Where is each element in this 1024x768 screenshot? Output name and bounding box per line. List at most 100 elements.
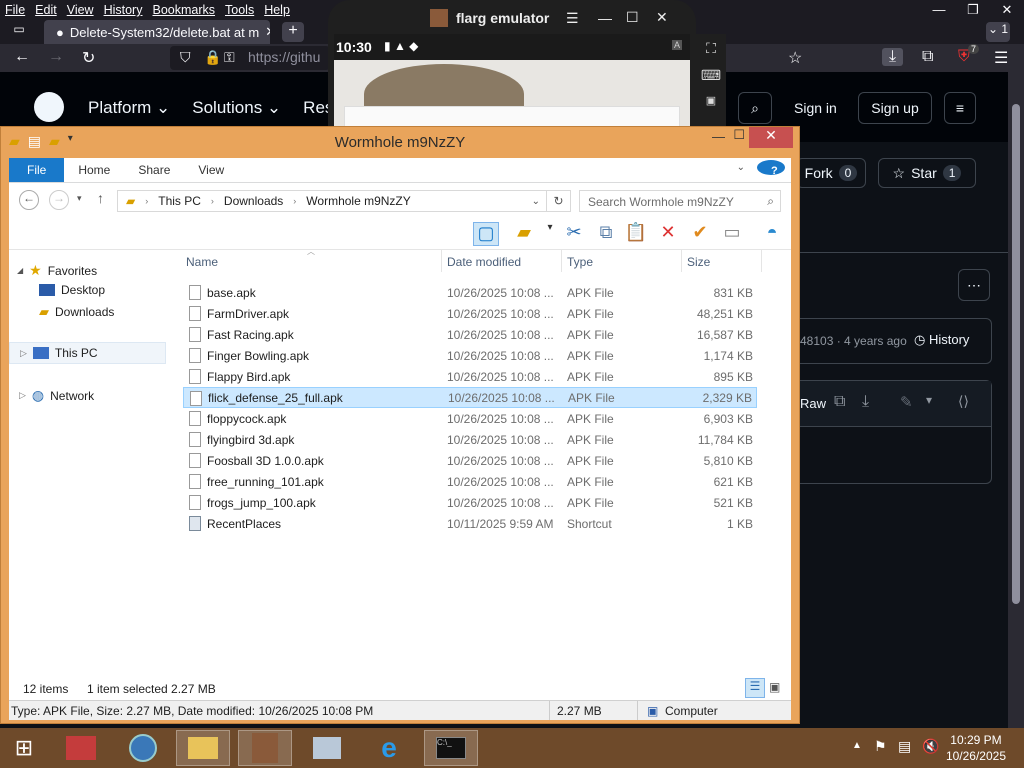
action-center-icon[interactable]: ⚑ — [874, 738, 887, 755]
column-divider[interactable] — [561, 250, 562, 272]
extensions-icon[interactable]: ⧉ — [922, 48, 933, 66]
file-row[interactable]: RecentPlaces 10/11/2025 9:59 AM Shortcut 1 … — [183, 513, 757, 534]
lock-icon[interactable]: 🔒 — [204, 49, 221, 66]
refresh-icon[interactable]: ↻ — [547, 190, 571, 212]
file-row[interactable]: free_running_101.apk 10/26/2025 10:08 ...… — [183, 471, 757, 492]
edit-pencil-icon[interactable]: ✎ — [900, 393, 913, 411]
file-row[interactable]: FarmDriver.apk 10/26/2025 10:08 ... APK Fi… — [183, 303, 757, 324]
taskbar-app-firefox[interactable] — [116, 730, 170, 766]
taskbar-app-control-panel[interactable] — [300, 730, 354, 766]
tab-view[interactable]: View — [184, 158, 238, 182]
nav-this-pc[interactable]: ▷ This PC — [9, 342, 166, 364]
file-row[interactable]: Foosball 3D 1.0.0.apk 10/26/2025 10:08 ..… — [183, 450, 757, 471]
details-view-icon[interactable]: ☰ — [745, 678, 765, 698]
hamburger-menu-icon[interactable]: ☰ — [994, 48, 1008, 68]
copy-icon[interactable]: ⧉ — [834, 393, 845, 411]
column-divider[interactable] — [761, 250, 762, 272]
recent-locations-icon[interactable]: ▾ — [77, 193, 82, 204]
preview-pane-icon[interactable]: ▢ — [473, 222, 499, 246]
address-bar[interactable]: ▰ › This PC › Downloads › Wormhole m9NzZ… — [117, 190, 547, 212]
nav-platform[interactable]: Platform ⌄ — [88, 98, 170, 118]
column-name[interactable]: Name — [186, 255, 218, 269]
sign-in-link[interactable]: Sign in — [794, 100, 837, 116]
page-scrollbar[interactable] — [1008, 72, 1024, 728]
rename-check-icon[interactable]: ✔ — [687, 222, 713, 246]
file-row[interactable]: Fast Racing.apk 10/26/2025 10:08 ... APK F… — [183, 324, 757, 345]
shield-icon[interactable]: ⛉ — [180, 49, 191, 66]
volume-muted-icon[interactable]: 🔇 — [922, 738, 939, 755]
taskbar-app-explorer[interactable] — [176, 730, 230, 766]
explorer-close-button[interactable]: ✕ — [749, 127, 793, 148]
show-hidden-icons[interactable]: ▲ — [852, 740, 862, 751]
emulator-maximize-icon[interactable]: ☐ — [626, 9, 639, 26]
keyboard-icon[interactable]: ⌨ — [696, 67, 726, 84]
emulator-close-icon[interactable]: ✕ — [656, 9, 668, 26]
nav-network[interactable]: ▷ ◍ Network — [19, 387, 94, 404]
forward-arrow-icon[interactable]: → — [48, 48, 64, 66]
move-to-dropdown-icon[interactable]: ▾ — [537, 222, 563, 246]
file-row[interactable]: flyingbird 3d.apk 10/26/2025 10:08 ... APK… — [183, 429, 757, 450]
column-divider[interactable] — [681, 250, 682, 272]
github-logo-icon[interactable] — [34, 92, 64, 122]
edit-dropdown-icon[interactable]: ▾ — [926, 393, 932, 407]
file-row[interactable]: base.apk 10/26/2025 10:08 ... APK File 831 … — [183, 282, 757, 303]
new-tab-button[interactable]: + — [282, 22, 304, 42]
apk-install-icon[interactable]: ▣ — [696, 94, 726, 107]
tab-file[interactable]: File — [9, 158, 65, 182]
tab-list-icon[interactable]: ▭ — [8, 22, 30, 42]
move-to-icon[interactable]: ▰ — [511, 222, 537, 246]
close-icon[interactable]: ✕ — [990, 0, 1024, 21]
expand-arrow-icon[interactable]: ▷ — [20, 348, 27, 359]
url-bar[interactable]: ⛉ 🔒 ⚿ https://githu — [170, 46, 330, 70]
menu-view[interactable]: View — [62, 0, 99, 20]
nav-solutions[interactable]: Solutions ⌄ — [192, 98, 281, 118]
emulator-minimize-icon[interactable]: — — [598, 10, 612, 26]
minimize-icon[interactable]: — — [922, 0, 956, 21]
file-row-selected[interactable]: flick_defense_25_full.apk 10/26/2025 10:0… — [183, 387, 757, 408]
breadcrumb-downloads[interactable]: Downloads — [224, 194, 283, 208]
raw-button[interactable]: Raw — [800, 396, 826, 411]
back-icon[interactable]: ← — [19, 190, 39, 210]
column-type[interactable]: Type — [567, 255, 593, 269]
downloads-icon[interactable]: ⤓ — [882, 48, 904, 66]
download-icon[interactable]: ⤓ — [862, 393, 869, 411]
menu-bookmarks[interactable]: Bookmarks — [147, 0, 220, 20]
more-options-button[interactable]: ⋯ — [958, 269, 990, 301]
tab-overflow-button[interactable]: ⌄ 1 — [986, 22, 1010, 42]
forward-icon[interactable]: → — [49, 190, 69, 210]
permissions-icon[interactable]: ⚿ — [224, 49, 235, 66]
taskbar-app-cmd[interactable]: C:\_ — [424, 730, 478, 766]
large-icons-view-icon[interactable]: ▣ — [769, 680, 780, 694]
address-dropdown-icon[interactable]: ⌄ — [532, 196, 546, 207]
scrollbar-thumb[interactable] — [1012, 104, 1020, 604]
file-row[interactable]: floppycock.apk 10/26/2025 10:08 ... APK Fi… — [183, 408, 757, 429]
search-button[interactable]: ⌕ — [738, 92, 772, 124]
settings-sliders-button[interactable]: ≡ — [944, 92, 976, 124]
column-date-modified[interactable]: Date modified — [447, 255, 521, 269]
menu-history[interactable]: History — [99, 0, 148, 20]
help-icon[interactable]: ? — [751, 158, 791, 182]
copy-icon[interactable]: ⧉ — [593, 222, 619, 246]
fullscreen-icon[interactable]: ⛶ — [696, 40, 726, 57]
back-arrow-icon[interactable]: ← — [14, 48, 30, 66]
expand-arrow-icon[interactable]: ◢ — [17, 266, 23, 275]
menu-tools[interactable]: Tools — [220, 0, 259, 20]
select-icon[interactable]: ▭ — [719, 222, 745, 246]
emulator-screen[interactable]: 10:30 ▮ ▲ ◆ A — [334, 34, 690, 130]
close-tab-icon[interactable]: ✕ — [265, 24, 270, 40]
explorer-minimize-icon[interactable]: — — [712, 129, 725, 144]
file-row[interactable]: Finger Bowling.apk 10/26/2025 10:08 ... AP… — [183, 345, 757, 366]
breadcrumb-this-pc[interactable]: This PC — [158, 194, 201, 208]
fork-button[interactable]: Fork 0 — [796, 158, 866, 188]
bookmark-star-icon[interactable]: ☆ — [788, 48, 802, 68]
star-button[interactable]: ☆ Star 1 — [878, 158, 976, 188]
column-divider[interactable] — [441, 250, 442, 272]
taskbar-app-flarg[interactable] — [54, 730, 108, 766]
tab-share[interactable]: Share — [124, 158, 184, 182]
history-link[interactable]: ◷ History — [914, 332, 969, 348]
cut-icon[interactable]: ✂ — [561, 222, 587, 246]
delete-icon[interactable]: ✕ — [655, 222, 681, 246]
nav-downloads[interactable]: ▰ Downloads — [39, 304, 114, 320]
taskbar-app-emulator[interactable] — [238, 730, 292, 766]
explorer-maximize-icon[interactable]: ☐ — [733, 127, 745, 143]
